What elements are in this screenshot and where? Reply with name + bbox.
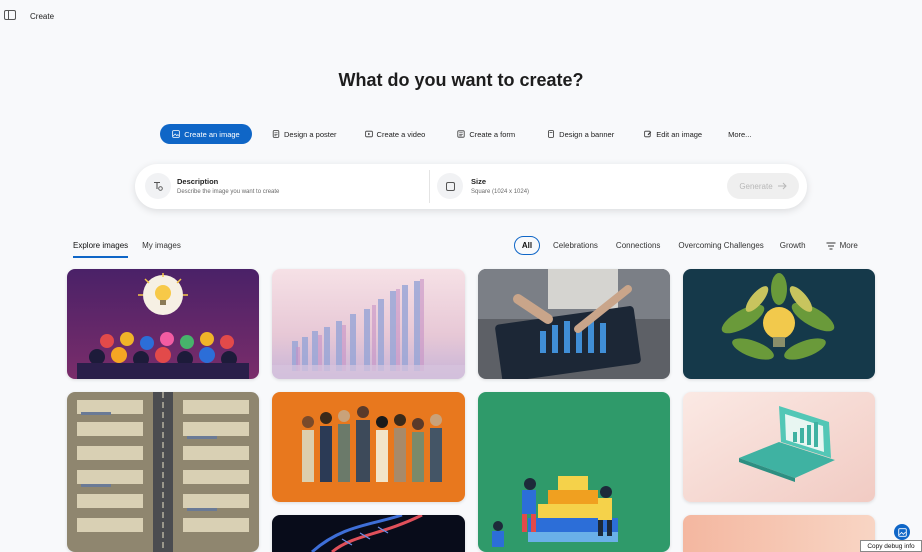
poster-icon <box>272 130 280 138</box>
category-filters: All Celebrations Connections Overcoming … <box>514 236 865 255</box>
top-bar: Create <box>0 0 922 32</box>
filter-overcoming-challenges[interactable]: Overcoming Challenges <box>671 236 770 255</box>
form-icon <box>457 130 465 138</box>
copy-debug-info-tooltip[interactable]: Copy debug info <box>860 540 922 552</box>
image-icon <box>897 527 907 537</box>
prompt-card: Description Describe the image you want … <box>135 164 807 209</box>
create-video-button[interactable]: Create a video <box>355 124 436 144</box>
description-label: Description <box>177 177 219 186</box>
edit-image-label: Edit an image <box>656 129 703 139</box>
description-input[interactable]: Describe the image you want to create <box>177 189 279 195</box>
filter-icon <box>826 242 836 249</box>
image-icon <box>172 130 181 138</box>
gallery-image-glass-bar-chart[interactable] <box>272 269 465 379</box>
create-image-label: Create an image <box>184 129 240 139</box>
tab-my-images[interactable]: My images <box>142 240 181 260</box>
size-value[interactable]: Square (1024 x 1024) <box>471 189 529 195</box>
sidebar-toggle-icon[interactable] <box>4 10 16 20</box>
more-actions-button[interactable]: More... <box>718 124 761 144</box>
edit-image-button[interactable]: Edit an image <box>634 124 712 144</box>
gallery-image-dna-helix[interactable] <box>272 515 465 552</box>
arrow-right-icon <box>777 182 787 190</box>
floating-image-button[interactable] <box>894 524 910 540</box>
gallery-image-aerial-warehouses[interactable] <box>67 392 259 552</box>
edit-image-icon <box>644 130 652 138</box>
create-image-button[interactable]: Create an image <box>160 124 252 144</box>
design-banner-button[interactable]: Design a banner <box>537 124 624 144</box>
create-form-label: Create a form <box>469 129 516 139</box>
more-actions-label: More... <box>728 129 752 139</box>
generate-label: Generate <box>739 181 773 191</box>
filter-connections[interactable]: Connections <box>609 236 667 255</box>
filter-celebrations[interactable]: Celebrations <box>546 236 605 255</box>
filter-more-button[interactable]: More <box>819 236 865 255</box>
gallery-image-peach-gradient[interactable] <box>683 515 875 552</box>
filter-all[interactable]: All <box>514 236 540 255</box>
design-poster-button[interactable]: Design a poster <box>262 124 347 144</box>
gallery-image-diverse-team[interactable] <box>272 392 465 502</box>
create-form-button[interactable]: Create a form <box>447 124 525 144</box>
gallery-tabs: Explore images My images <box>73 240 181 260</box>
gallery-image-lightbulb-leaves[interactable] <box>683 269 875 379</box>
page-headline: What do you want to create? <box>338 70 584 90</box>
design-poster-label: Design a poster <box>284 129 337 139</box>
size-icon[interactable] <box>437 173 463 199</box>
video-icon <box>364 130 373 138</box>
prompt-divider <box>429 170 430 203</box>
description-icon <box>145 173 171 199</box>
gallery-image-audience-lightbulb[interactable] <box>67 269 259 379</box>
tab-explore-images[interactable]: Explore images <box>73 240 129 260</box>
size-label: Size <box>471 177 487 186</box>
gallery-image-building-blocks[interactable] <box>478 392 670 552</box>
design-banner-label: Design a banner <box>559 129 615 139</box>
gallery-image-tablet-hologram[interactable] <box>478 269 670 379</box>
app-title: Create <box>30 12 55 21</box>
filter-growth[interactable]: Growth <box>773 236 813 255</box>
banner-icon <box>548 130 555 138</box>
create-actions: Create an image Design a poster Create a… <box>160 123 761 145</box>
gallery-image-laptop-chart[interactable] <box>683 392 875 502</box>
filter-more-label: More <box>839 241 858 250</box>
generate-button[interactable]: Generate <box>727 173 799 199</box>
create-video-label: Create a video <box>376 129 426 139</box>
